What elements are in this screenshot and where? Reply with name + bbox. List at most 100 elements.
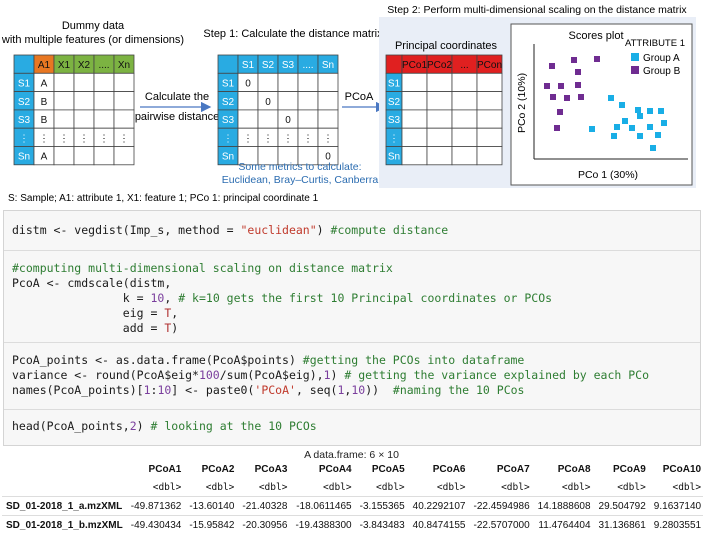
metrics-line-2: Euclidean, Bray–Curtis, Canberra (222, 174, 379, 186)
dummy-title-2: with multiple features (or dimensions) (1, 34, 184, 46)
code-line: names(PcoA_points)[1:10] <- paste0('PCoA… (12, 383, 525, 397)
code-line: PcoA <- cmdscale(distm, (12, 276, 172, 290)
code-cell-2[interactable]: #computing multi-dimensional scaling on … (4, 251, 700, 341)
pc-row-label-text: S3 (388, 115, 401, 126)
dummy-value-cell (93, 146, 115, 166)
dummy-value-cell (93, 72, 115, 93)
dist-row-label-text: S2 (222, 97, 235, 108)
dummy-value-cell (93, 91, 115, 111)
pc-value-cell (426, 72, 453, 93)
column-dtype: <dbl> (436, 481, 466, 493)
dummy-row-label-text: S1 (18, 78, 31, 89)
dist-value-cell (317, 109, 339, 129)
dummy-value-cell (113, 146, 135, 166)
table-cell: 29.504792 (594, 496, 650, 516)
group-a-point (614, 124, 620, 130)
pc-value-cell (426, 146, 453, 166)
column-dtype: <dbl> (501, 481, 530, 493)
code-line: #computing multi-dimensional scaling on … (12, 261, 393, 275)
dist-value-cell (297, 91, 319, 111)
table-cell: -3.843483 (355, 515, 409, 534)
dummy-attr-text: A (41, 152, 48, 163)
dist-header-text: Sn (322, 60, 334, 71)
dist-value-cell (317, 72, 339, 93)
code-cell-4[interactable]: head(PcoA_points,2) # looking at the 10 … (4, 410, 700, 445)
code-cell-1[interactable]: distm <- vegdist(Imp_s, method = "euclid… (4, 211, 700, 249)
legend-b-swatch (631, 66, 639, 74)
dummy-header-text: A1 (38, 60, 51, 71)
group-a-point (622, 118, 628, 124)
pc-header-text: PCo2 (427, 60, 452, 71)
legend-a-label: Group A (643, 53, 680, 64)
legend-title: ATTRIBUTE 1 (625, 38, 685, 49)
dist-value-cell (237, 109, 259, 129)
group-b-point (594, 56, 600, 62)
distance-matrix-table: S1 S2 S3.... SnS1 0S2 0S3 0⋮ ⋮ ⋮ ⋮ ⋮ ⋮Sn 0 (217, 54, 339, 166)
dist-row-label-text: S1 (222, 78, 235, 89)
dummy-row-label-text: Sn (18, 152, 30, 163)
dummy-attr-text: B (41, 97, 48, 108)
legend-a-swatch (631, 53, 639, 61)
pc-value-cell (426, 127, 453, 147)
dist-corner-cell (217, 54, 239, 74)
dist-row-label-text: Sn (222, 152, 234, 163)
dummy-value-cell (113, 91, 135, 111)
dist-value-cell (297, 109, 319, 129)
step2-title: Step 2: Perform multi-dimensional scalin… (387, 4, 687, 16)
group-b-point (550, 94, 556, 100)
table-cell: 40.2292107 (408, 496, 470, 516)
dummy-data-table: A1 X1 X2.... Xn S1 A S2 B S3 B ⋮ ⋮ ⋮ ⋮ ⋮ ⋮ Sn A (13, 54, 135, 166)
dummy-value-cell (73, 146, 95, 166)
dummy-title-1: Dummy data (62, 20, 125, 32)
arrow1-label-1: Calculate the (145, 91, 209, 103)
table-header-row: PCoA1 PCoA2 PCoA3 PCoA4 PCoA5 PCoA6 PCoA7 PCoA8… (2, 460, 703, 478)
table-cell: -19.4388300 (291, 515, 356, 534)
pc-header-text: PCo1 (402, 60, 427, 71)
group-a-point (619, 102, 625, 108)
dummy-value-cell (73, 109, 95, 129)
dist-value-cell (257, 109, 279, 129)
pc-row-label-text: Sn (388, 152, 400, 163)
dummy-value-cell (53, 72, 75, 93)
pc-header-text: ... (460, 60, 468, 71)
dummy-value-cell (73, 72, 95, 93)
column-dtype: <dbl> (152, 481, 182, 493)
group-a-point (658, 108, 664, 114)
dummy-value-cell (53, 146, 75, 166)
table-cell: -49.430434 (126, 515, 186, 534)
principal-coordinates-table: PCo1 PCo2... PCon S1 S2 S3 ⋮ Sn (385, 54, 503, 166)
dist-value-text: 0 (265, 97, 271, 108)
code-cell-3[interactable]: PcoA_points <- as.data.frame(PcoA$points… (4, 343, 700, 408)
pc-value-cell (476, 91, 503, 111)
pc-value-cell (476, 127, 503, 147)
table-cell: -3.155365 (355, 496, 409, 516)
metrics-line-1: Some metrics to calculate: (238, 161, 361, 173)
group-a-point (650, 145, 656, 151)
group-a-point (655, 132, 661, 138)
dummy-header-text: X1 (58, 60, 71, 71)
group-a-point (647, 124, 653, 130)
column-header: PCoA4 (318, 463, 352, 475)
pc-row-label-text: S1 (388, 78, 401, 89)
dist-value-text: ⋮ (323, 133, 333, 144)
table-cell: 40.8474155 (408, 515, 470, 534)
scores-title: Scores plot (568, 30, 623, 42)
table-dtype-row: <dbl> <dbl> <dbl> <dbl> <dbl> <dbl> <dbl> <dbl>… (2, 478, 703, 497)
group-a-point (661, 120, 667, 126)
row-name: SD_01-2018_1_a.mzXML (2, 496, 127, 516)
dummy-attr-text: ⋮ (39, 133, 49, 144)
pc-value-cell (426, 91, 453, 111)
pc-header-text: PCon (477, 60, 502, 71)
pc-value-cell (451, 109, 478, 129)
code-line: eig = T, (12, 306, 179, 320)
dist-value-text: 0 (245, 78, 251, 89)
dummy-header-text: X2 (78, 60, 91, 71)
column-dtype: <dbl> (323, 481, 352, 493)
code-line: variance <- round(PcoA$eig*100/sum(PcoA$… (12, 368, 650, 382)
pc-value-cell (451, 127, 478, 147)
column-header: PCoA6 (432, 463, 466, 475)
table-cell: 31.136861 (594, 515, 650, 534)
pc-value-cell (451, 91, 478, 111)
group-a-point (629, 125, 635, 131)
pcoa-workflow-figure: Dummy data with multiple features (or di… (1, 4, 696, 204)
